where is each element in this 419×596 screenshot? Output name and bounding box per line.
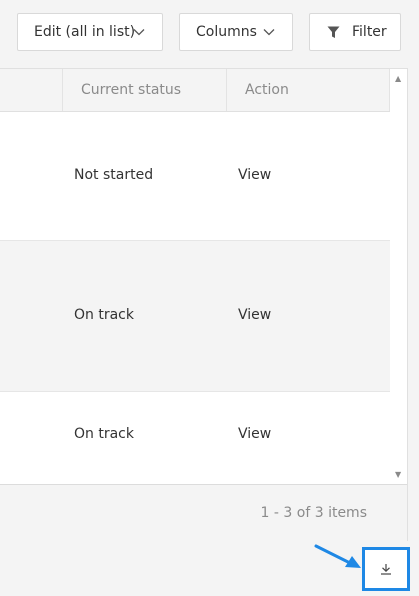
grid-footer: 1 - 3 of 3 items [0, 484, 407, 541]
column-header-current-status[interactable]: Current status [62, 69, 227, 111]
filter-button[interactable]: Filter [309, 13, 401, 51]
filter-label: Filter [352, 24, 387, 40]
columns-dropdown[interactable]: Columns [179, 13, 293, 51]
view-link[interactable]: View [238, 426, 271, 442]
caret-down-icon[interactable]: ▼ [395, 471, 401, 479]
column-header-action[interactable]: Action [226, 69, 390, 111]
table-row[interactable]: On track View [0, 392, 390, 484]
caret-up-icon[interactable]: ▲ [395, 75, 401, 83]
status-cell: Not started [74, 167, 154, 183]
grid-header: Current status Action [0, 69, 390, 112]
toolbar: Edit (all in list) Columns Filter [0, 0, 419, 68]
item-count: 1 - 3 of 3 items [260, 505, 367, 521]
vertical-scrollbar[interactable]: ▲ ▼ [390, 69, 406, 484]
download-icon [380, 560, 392, 579]
view-link[interactable]: View [238, 167, 271, 183]
data-grid: Current status Action Not started View O… [0, 68, 408, 541]
edit-all-in-list-dropdown[interactable]: Edit (all in list) [17, 13, 163, 51]
table-row[interactable]: On track View [0, 241, 390, 392]
status-cell: On track [74, 307, 134, 323]
status-cell: On track [74, 426, 134, 442]
download-button[interactable] [362, 547, 410, 591]
edit-all-in-list-label: Edit (all in list) [34, 24, 136, 40]
columns-label: Columns [196, 24, 257, 40]
view-link[interactable]: View [238, 307, 271, 323]
funnel-icon [327, 26, 340, 39]
table-row[interactable]: Not started View [0, 112, 390, 241]
